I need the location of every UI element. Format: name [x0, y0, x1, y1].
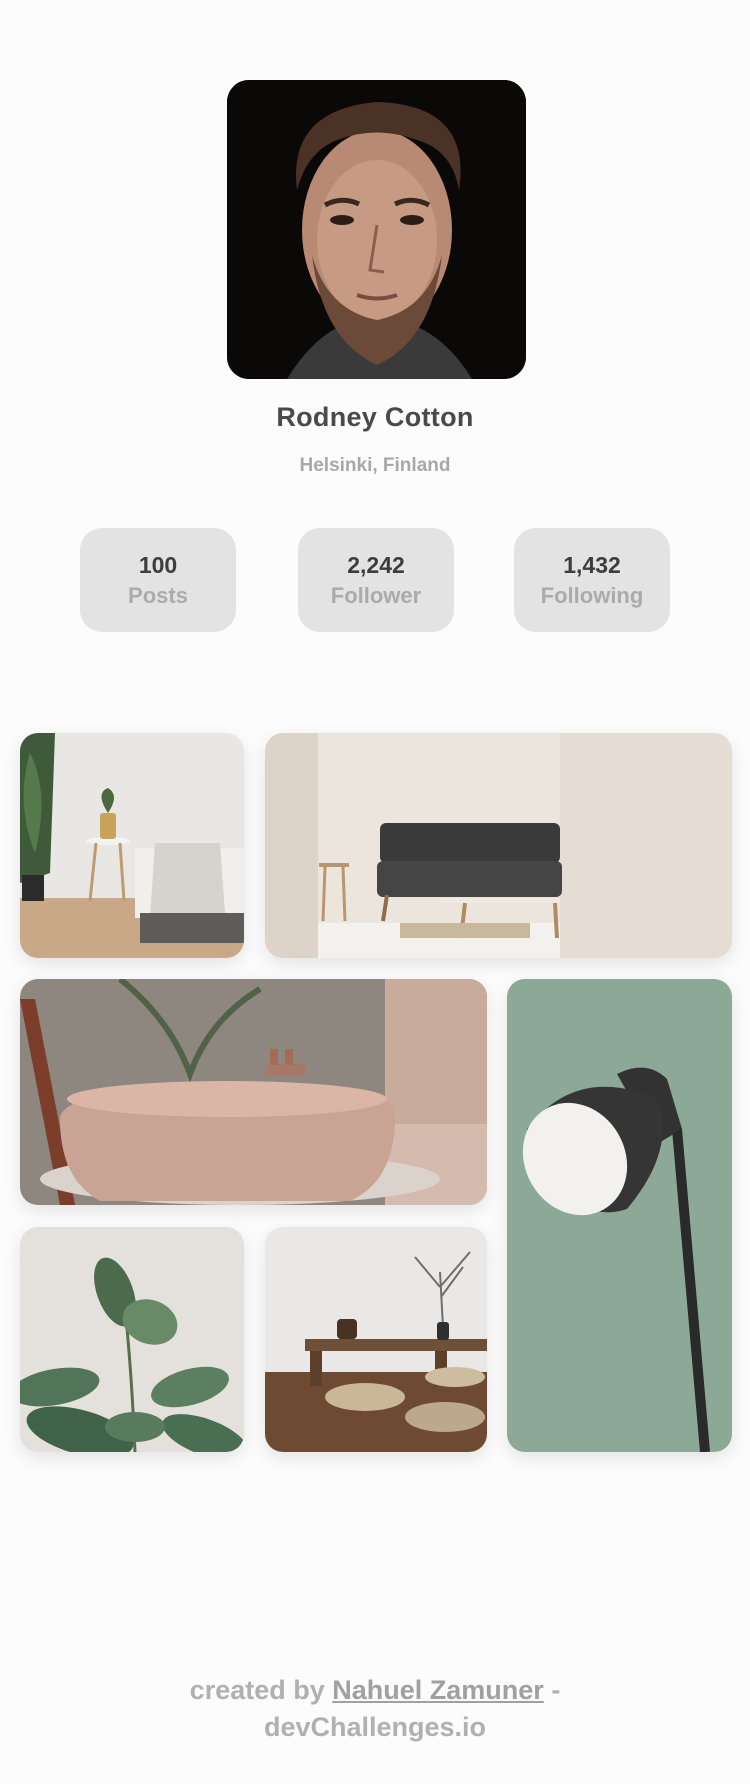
bedroom-photo[interactable] — [20, 733, 244, 958]
footer-credit: created by Nahuel Zamuner - devChallenge… — [0, 1672, 750, 1746]
bathtub-photo[interactable] — [20, 979, 487, 1205]
footer-site: devChallenges.io — [263, 1712, 487, 1742]
author-link[interactable]: Nahuel Zamuner — [332, 1675, 544, 1705]
stat-value: 2,242 — [347, 552, 405, 578]
profile-location: Helsinki, Finland — [299, 455, 451, 476]
stat-label: Following — [540, 583, 644, 608]
footer-prefix: created by — [189, 1675, 325, 1705]
stat-value: 1,432 — [563, 552, 621, 578]
stat-label: Follower — [330, 583, 422, 608]
footer-line-1: created by Nahuel Zamuner - — [0, 1672, 750, 1709]
profile-name: Rodney Cotton — [276, 402, 474, 432]
living-room-photo[interactable] — [265, 733, 732, 958]
stat-card-follower: 2,242 Follower — [298, 528, 454, 632]
stat-value: 100 — [138, 552, 178, 578]
stat-card-following: 1,432 Following — [514, 528, 670, 632]
floor-lamp-photo[interactable] — [507, 979, 732, 1452]
footer-dash: - — [551, 1675, 561, 1705]
profile-avatar — [227, 80, 526, 379]
stat-card-posts: 100 Posts — [80, 528, 236, 632]
stat-label: Posts — [128, 583, 188, 608]
plant-leaves-photo[interactable] — [20, 1227, 244, 1452]
tea-table-photo[interactable] — [265, 1227, 487, 1452]
